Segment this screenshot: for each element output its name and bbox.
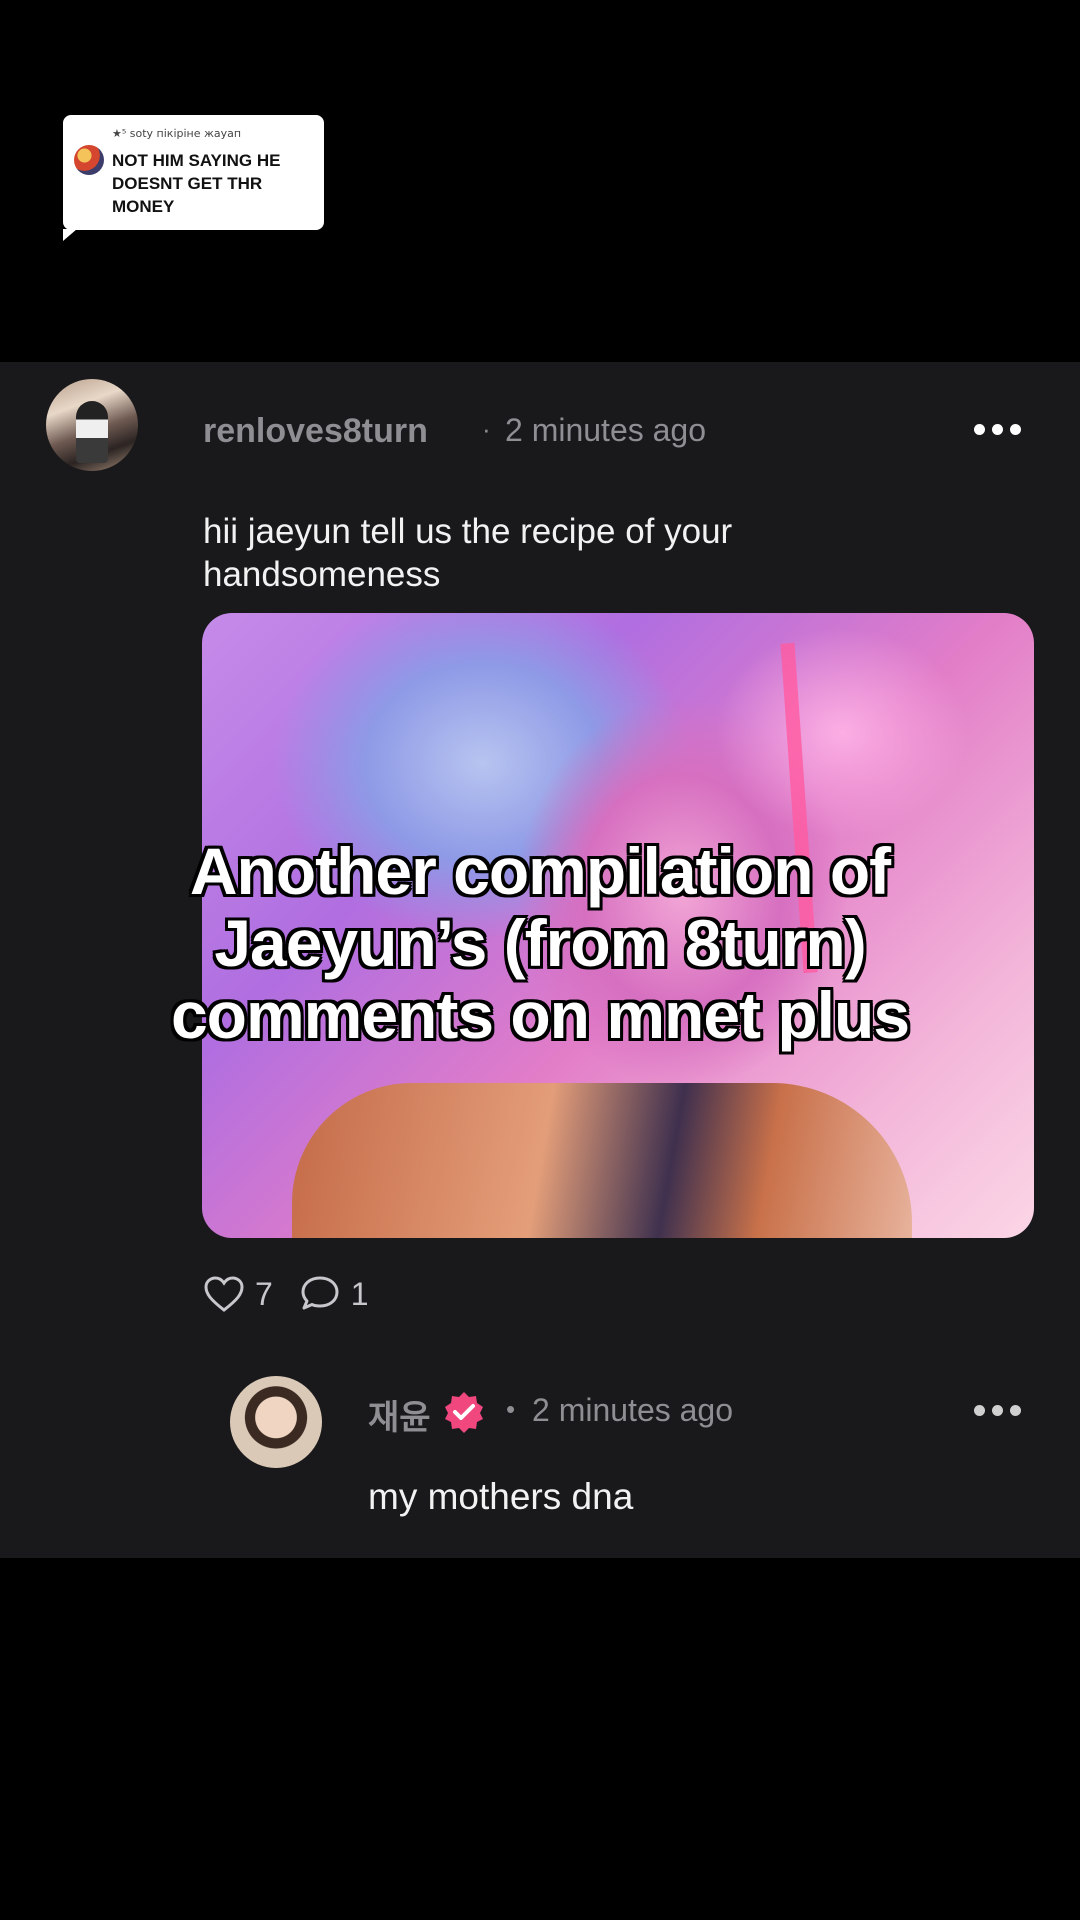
like-button[interactable]: 7 (203, 1275, 273, 1313)
post-actions: 7 1 (203, 1274, 395, 1314)
comment-icon (301, 1276, 339, 1310)
heart-icon (204, 1276, 244, 1312)
reply-avatar[interactable] (230, 1376, 322, 1468)
more-icon[interactable] (974, 424, 1021, 435)
video-caption-overlay: Another compilation of Jaeyun’s (from 8t… (0, 835, 1080, 1051)
reply-username[interactable]: 재윤 (368, 1390, 431, 1439)
avatar[interactable] (46, 379, 138, 471)
caption-line: comments on mnet plus (170, 978, 910, 1052)
post-body: hii jaeyun tell us the recipe of your ha… (203, 512, 733, 594)
caption-line: Another compilation of (189, 834, 891, 908)
reply-sticker[interactable]: ★⁵ soty пікіріне жауап NOT HIM SAYING HE… (63, 115, 324, 241)
post-timestamp: 2 minutes ago (505, 412, 707, 448)
sticker-header: ★⁵ soty пікіріне жауап (112, 127, 242, 140)
comment-count: 1 (350, 1275, 369, 1312)
sticker-text: NOT HIM SAYING HE DOESNT GET THR MONEY (112, 151, 281, 216)
reply-separator: • (506, 1394, 516, 1424)
reply-timestamp: 2 minutes ago (532, 1392, 734, 1428)
reply-body: my mothers dna (368, 1476, 634, 1517)
verified-badge-icon (445, 1392, 483, 1433)
sticker-avatar (74, 145, 104, 175)
like-count: 7 (255, 1275, 273, 1312)
post-username[interactable]: renloves8turn (203, 412, 428, 451)
meta-separator: · (482, 414, 491, 444)
reply-more-icon[interactable] (974, 1405, 1021, 1416)
comment-button[interactable]: 1 (299, 1274, 369, 1314)
caption-line: Jaeyun’s (from 8turn) (214, 906, 866, 980)
